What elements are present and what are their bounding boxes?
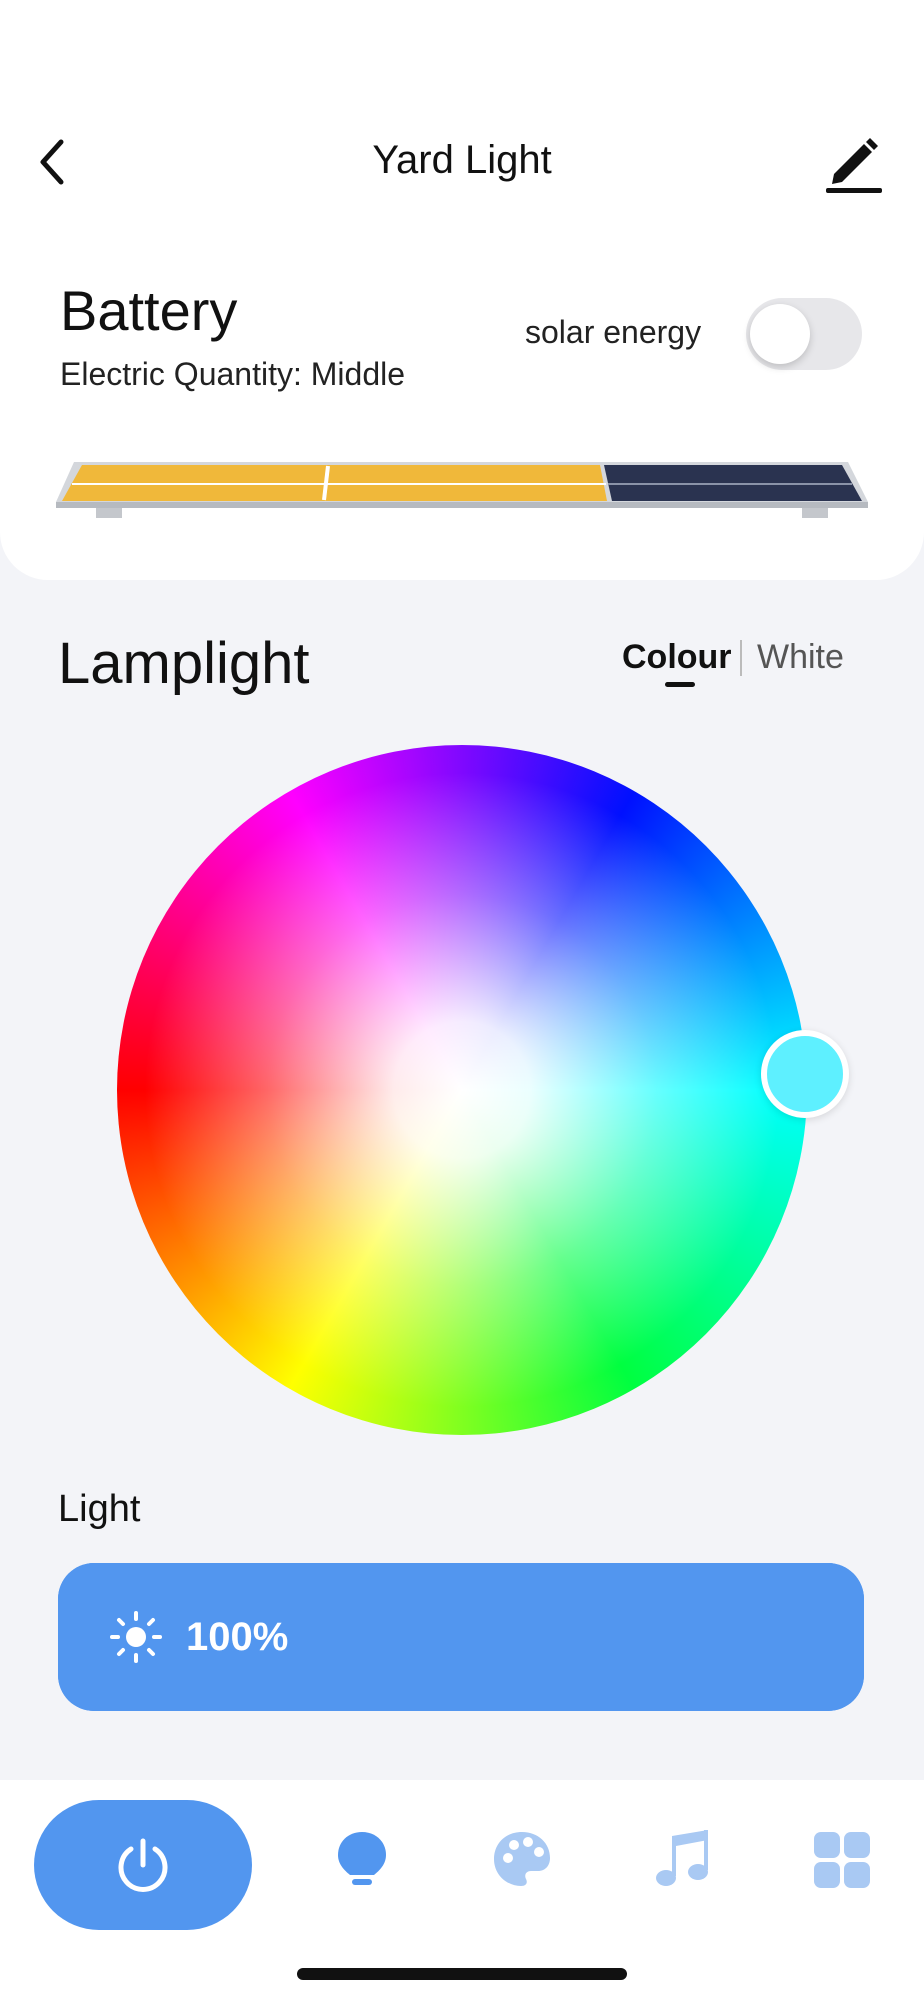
- page-title: Yard Light: [372, 138, 552, 182]
- color-picker-handle[interactable]: [761, 1030, 849, 1118]
- brightness-slider[interactable]: 100%: [58, 1563, 864, 1711]
- sun-icon: [110, 1611, 162, 1663]
- active-tab-indicator: [665, 682, 695, 687]
- toggle-knob: [750, 304, 810, 364]
- mode-tab-colour[interactable]: Colour: [622, 638, 732, 677]
- palette-icon: [494, 1832, 550, 1886]
- mode-divider: [740, 640, 742, 676]
- color-wheel[interactable]: [117, 745, 807, 1435]
- bottom-nav: [0, 1780, 924, 2000]
- lamplight-title: Lamplight: [58, 631, 310, 696]
- solar-energy-label: solar energy: [525, 314, 702, 350]
- mode-tab-white[interactable]: White: [757, 638, 844, 677]
- brightness-fill: [58, 1563, 864, 1711]
- edit-button[interactable]: [822, 130, 886, 194]
- bulb-icon: [338, 1832, 386, 1885]
- pencil-icon: [826, 138, 882, 193]
- home-indicator: [297, 1968, 627, 1980]
- light-label: Light: [58, 1488, 141, 1530]
- nav-more[interactable]: [810, 1828, 874, 1892]
- electric-quantity-label: Electric Quantity: Middle: [60, 356, 406, 392]
- battery-title: Battery: [60, 279, 238, 342]
- nav-lighting[interactable]: [330, 1828, 394, 1892]
- device-header-card: Yard Light Battery Electric Quantity: Mi…: [0, 0, 924, 580]
- color-wheel-center: [117, 745, 807, 1435]
- app-screen: Yard Light Battery Electric Quantity: Mi…: [0, 0, 924, 2000]
- music-note-icon: [656, 1830, 708, 1886]
- power-icon: [118, 1838, 168, 1892]
- nav-music[interactable]: [650, 1828, 714, 1892]
- nav-scenes[interactable]: [490, 1828, 554, 1892]
- grid-icon: [814, 1832, 870, 1888]
- solar-energy-toggle[interactable]: [746, 298, 862, 370]
- power-button[interactable]: [34, 1800, 252, 1930]
- solar-panel-battery-illustration: [56, 462, 868, 518]
- brightness-value: 100%: [186, 1615, 289, 1659]
